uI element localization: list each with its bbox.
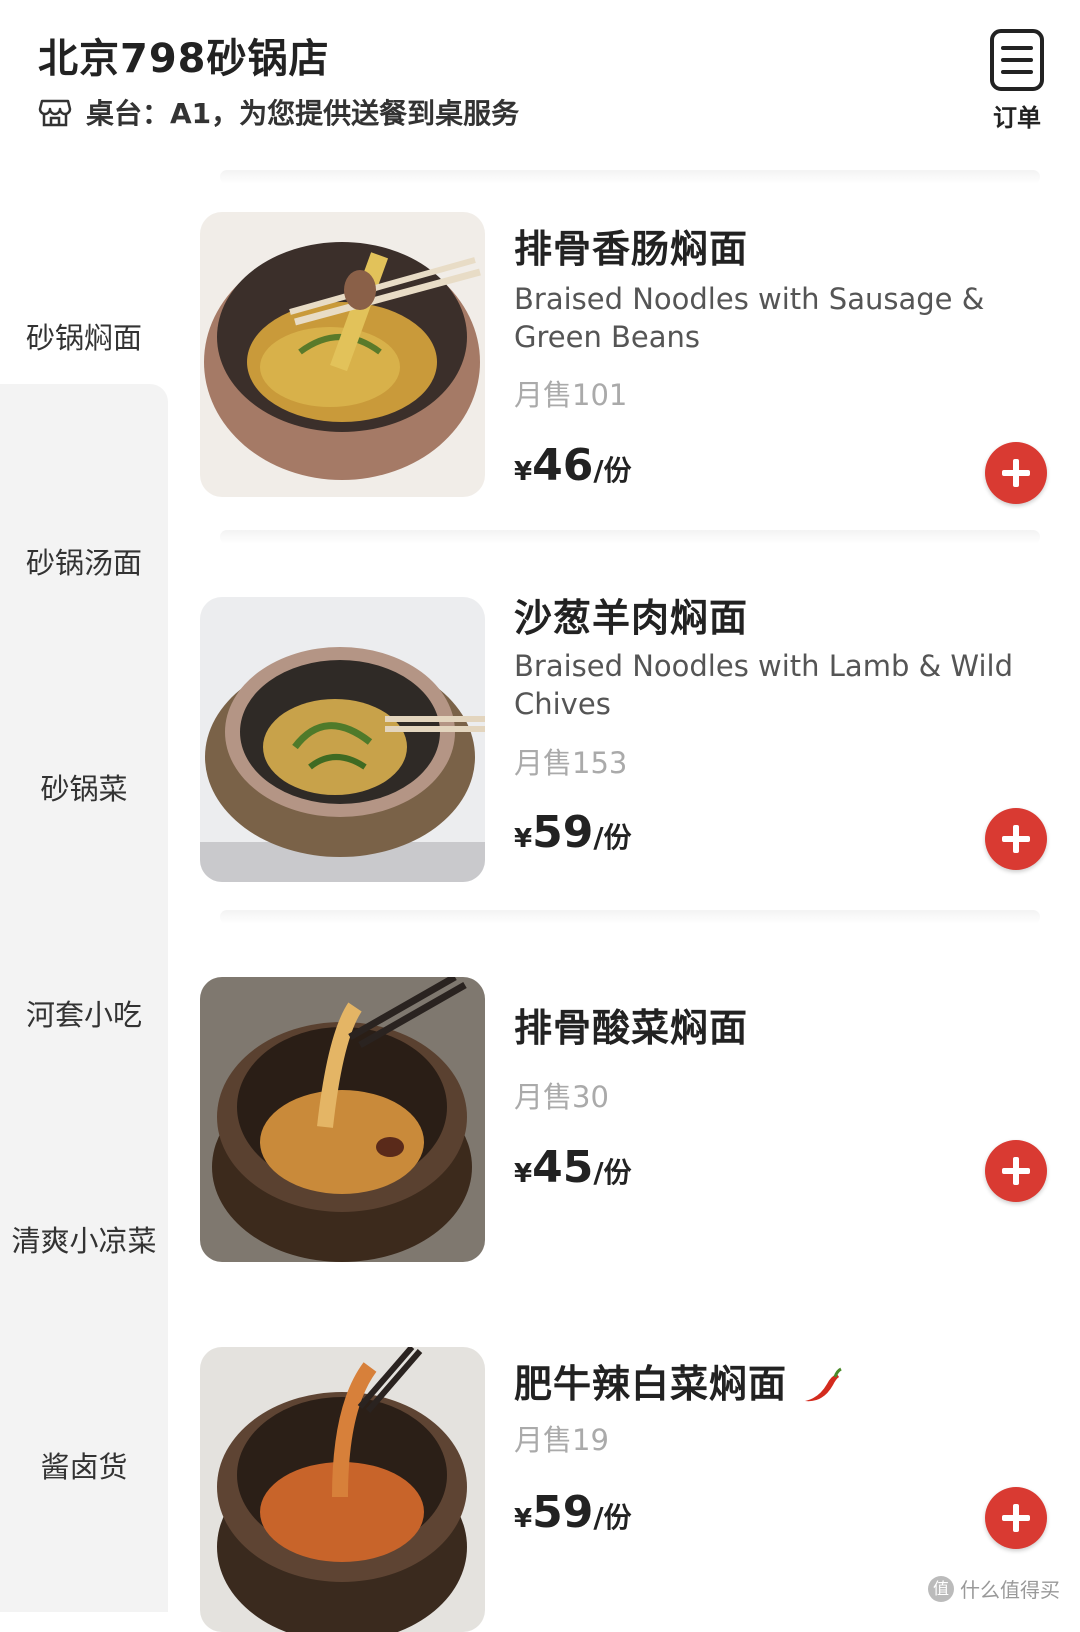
orders-button[interactable]: 订单 (986, 28, 1048, 133)
plus-icon[interactable] (985, 442, 1047, 504)
plus-icon[interactable] (985, 1487, 1047, 1549)
plus-icon[interactable] (985, 1140, 1047, 1202)
menu-item[interactable]: 排骨香肠焖面 Braised Noodles with Sausage & Gr… (200, 212, 1060, 504)
store-icon (38, 99, 72, 127)
dish-price: ¥59/份 (514, 807, 632, 858)
dish-name: 排骨香肠焖面 (514, 227, 749, 271)
category-sidebar: 砂锅焖面 砂锅汤面 砂锅菜 河套小吃 清爽小凉菜 酱卤货 (0, 170, 172, 1612)
monthly-sales: 月售19 (514, 1423, 609, 1457)
orders-label: 订单 (993, 104, 1041, 132)
dish-photo (200, 212, 485, 497)
dish-photo (200, 1347, 485, 1632)
monthly-sales: 月售101 (514, 378, 628, 412)
table-text: 桌台：A1，为您提供送餐到桌服务 (86, 97, 520, 130)
sidebar-item-hetao-snacks[interactable]: 河套小吃 (0, 992, 168, 1034)
dish-price: ¥46/份 (514, 440, 632, 491)
dish-price: ¥45/份 (514, 1142, 632, 1193)
menu-item[interactable]: 排骨酸菜焖面 月售30 ¥45/份 (200, 977, 1060, 1262)
sidebar-item-braised-noodles[interactable]: 砂锅焖面 (0, 315, 168, 357)
menu-item[interactable]: 沙葱羊肉焖面 Braised Noodles with Lamb & Wild … (200, 596, 1060, 882)
dish-photo (200, 977, 485, 1262)
watermark: 值 什么值得买 (928, 1574, 1060, 1603)
dish-price: ¥59/份 (514, 1487, 632, 1538)
dish-name: 肥牛辣白菜焖面 (514, 1353, 843, 1408)
monthly-sales: 月售153 (514, 746, 628, 780)
dish-name: 排骨酸菜焖面 (514, 1006, 749, 1050)
dish-english-name: Braised Noodles with Lamb & Wild Chives (514, 649, 1013, 721)
chili-pepper-icon (805, 1367, 842, 1401)
dish-name: 沙葱羊肉焖面 (514, 596, 749, 640)
sidebar-item-soup-noodles[interactable]: 砂锅汤面 (0, 540, 168, 582)
store-name: 北京798砂锅店 (38, 36, 330, 82)
dish-photo (200, 597, 485, 882)
monthly-sales: 月售30 (514, 1080, 609, 1114)
order-list-icon (990, 29, 1044, 91)
header: 北京798砂锅店 桌台：A1，为您提供送餐到桌服务 订单 (0, 0, 1080, 170)
sidebar-item-braised-meats[interactable]: 酱卤货 (0, 1444, 168, 1486)
sidebar-item-cold-dishes[interactable]: 清爽小凉菜 (0, 1218, 168, 1260)
dish-english-name: Braised Noodles with Sausage & Green Bea… (514, 282, 985, 354)
sidebar-item-casserole-dishes[interactable]: 砂锅菜 (0, 766, 168, 808)
table-info: 桌台：A1，为您提供送餐到桌服务 (38, 92, 519, 132)
plus-icon[interactable] (985, 808, 1047, 870)
watermark-logo-icon: 值 (928, 1575, 954, 1602)
